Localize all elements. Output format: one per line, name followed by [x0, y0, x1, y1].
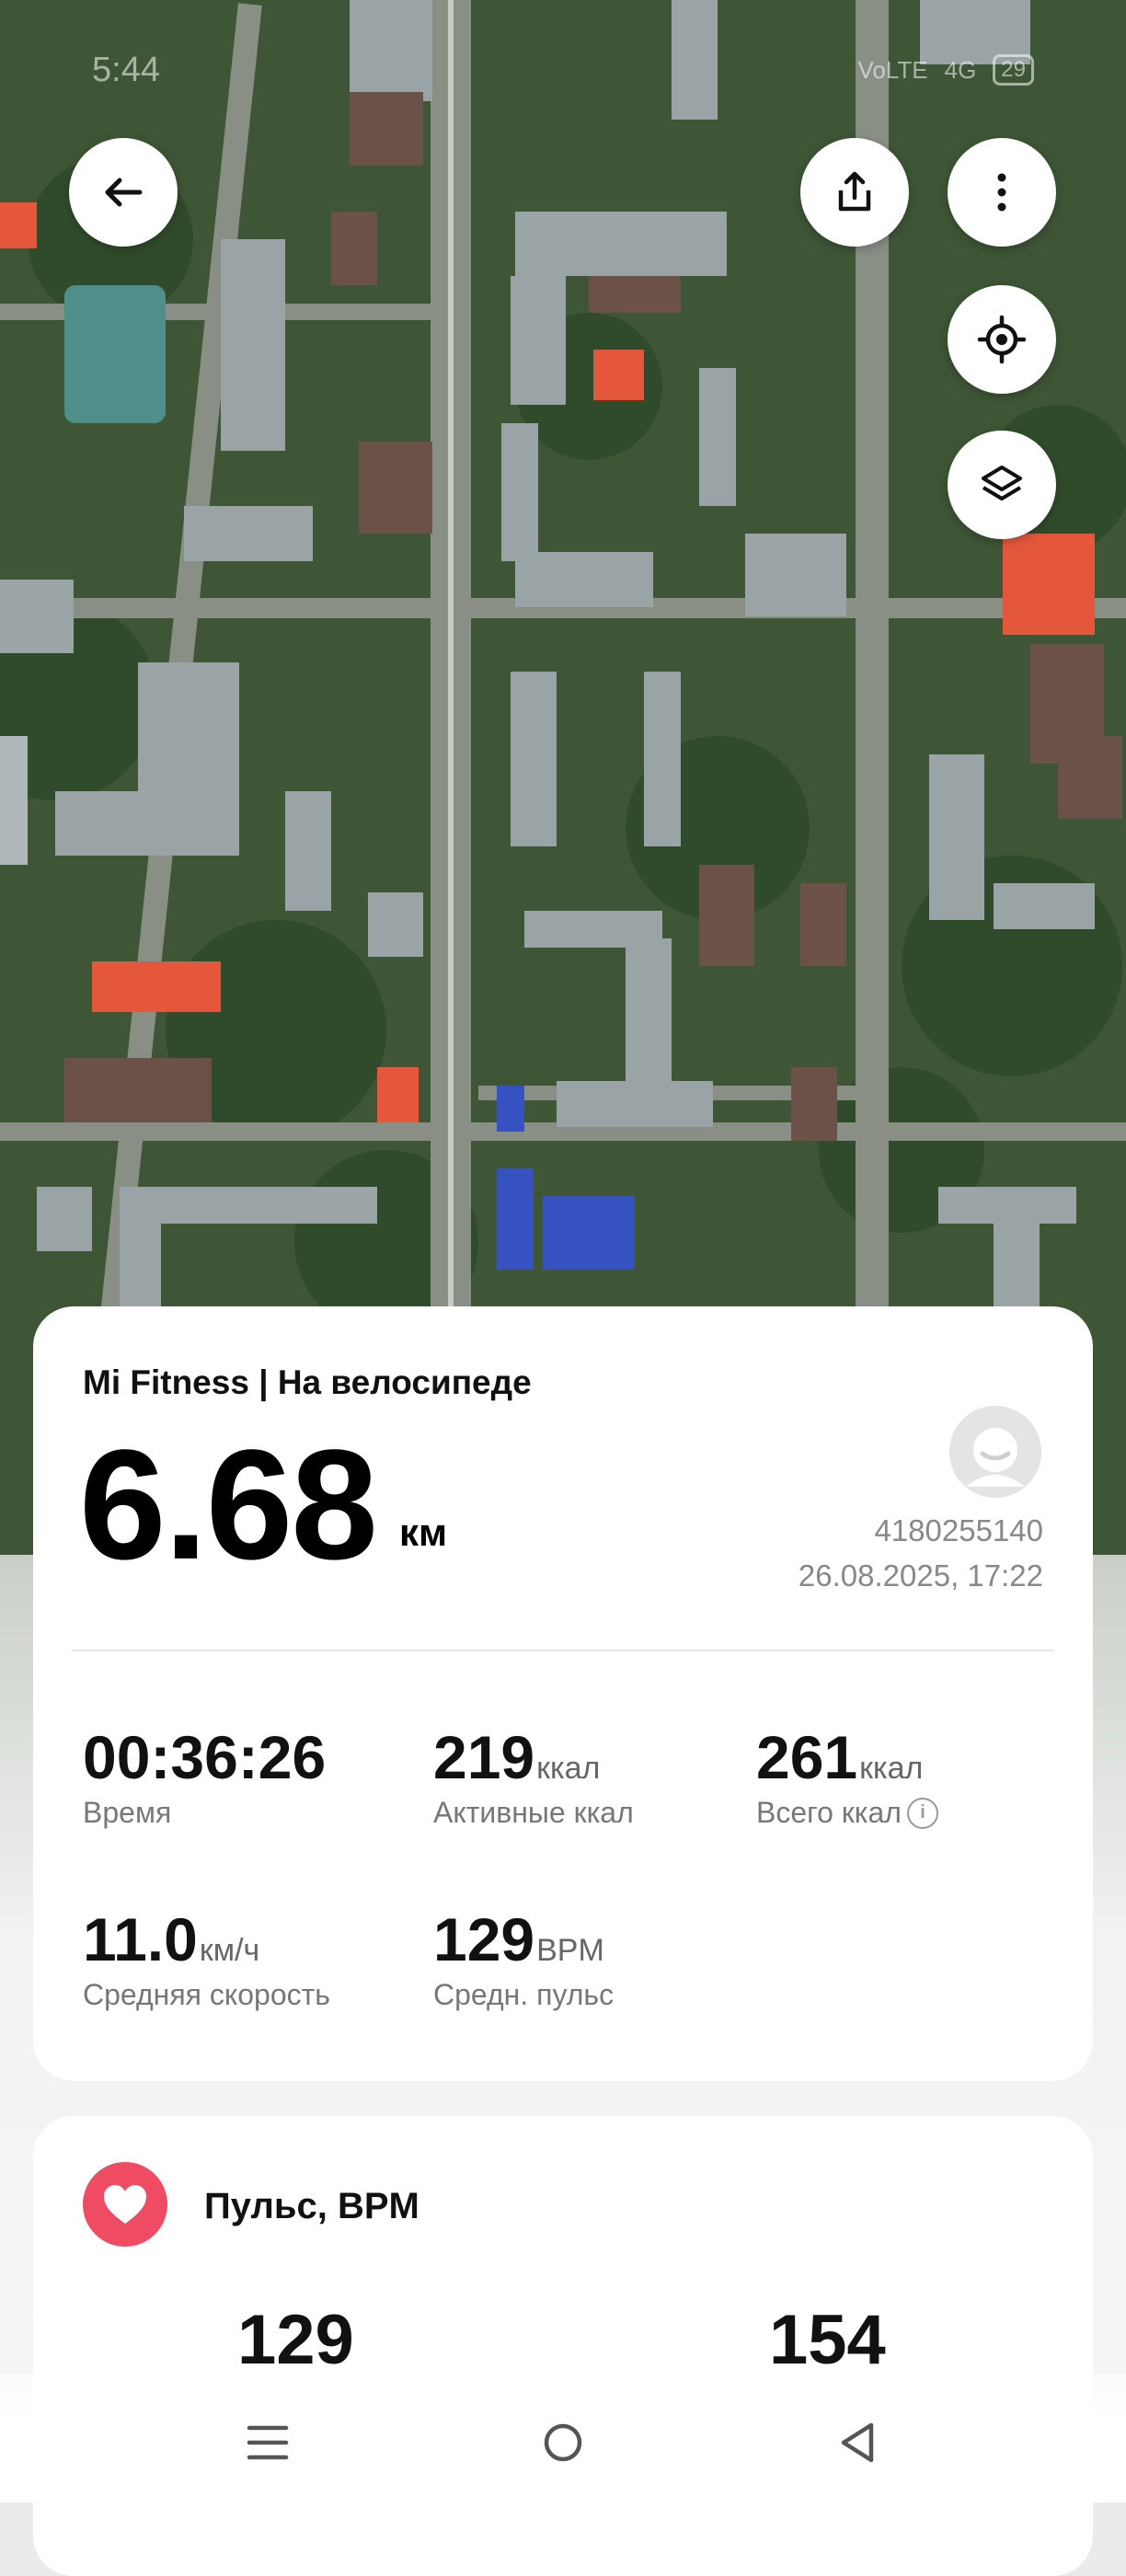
user-avatar-icon — [949, 1406, 1041, 1498]
status-time: 5:44 — [92, 51, 160, 89]
menu-icon — [247, 2425, 289, 2460]
status-bar: 5:44 VoLTE 4G 29 — [0, 51, 1126, 97]
recents-button[interactable] — [236, 2410, 300, 2475]
heart-rate-title: Пульс, BPM — [204, 2186, 419, 2226]
stat-duration: 00:36:26 Время — [83, 1722, 326, 1830]
stat-avg-heart-rate: 129BPM Средн. пульс — [433, 1904, 614, 2012]
locate-button[interactable] — [948, 285, 1056, 394]
distance-value: 6.68 — [79, 1418, 378, 1593]
locate-icon — [977, 315, 1027, 364]
layers-button[interactable] — [948, 431, 1056, 539]
heart-icon — [104, 2185, 146, 2224]
stat-value: 261 — [756, 1723, 858, 1791]
network-label: VoLTE — [857, 55, 928, 84]
stat-value: 11.0 — [83, 1905, 198, 1973]
share-button[interactable] — [800, 138, 909, 247]
workout-datetime: 26.08.2025, 17:22 — [798, 1558, 1043, 1593]
stat-unit: ккал — [536, 1751, 601, 1786]
stat-label: Активные ккал — [433, 1796, 634, 1829]
stat-value: 129 — [433, 1905, 535, 1973]
heart-rate-card[interactable]: Пульс, BPM 129 154 — [33, 2116, 1093, 2576]
divider — [72, 1650, 1054, 1651]
info-icon[interactable]: i — [906, 1797, 938, 1829]
home-button[interactable] — [531, 2410, 595, 2475]
stat-active-kcal: 219ккал Активные ккал — [433, 1722, 634, 1830]
stat-total-kcal[interactable]: 261ккал Всего ккал i — [756, 1722, 938, 1830]
stat-value: 00:36:26 — [83, 1723, 327, 1791]
stat-value: 219 — [433, 1723, 535, 1791]
stat-label: Средн. пульс — [433, 1978, 615, 2011]
workout-source: Mi Fitness | На велосипеде — [83, 1363, 532, 1401]
battery-level: 29 — [993, 54, 1034, 86]
stat-unit: км/ч — [199, 1933, 260, 1968]
heart-rate-value: 154 — [769, 2301, 886, 2379]
share-icon — [838, 171, 871, 212]
home-circle-icon — [544, 2423, 582, 2462]
stat-label: Всего ккал — [756, 1796, 902, 1829]
stat-label: Средняя скорость — [83, 1978, 330, 2011]
signal-label: 4G — [944, 55, 977, 84]
distance-unit: км — [399, 1511, 448, 1554]
back-nav-button[interactable] — [824, 2410, 889, 2475]
workout-summary-card: Mi Fitness | На велосипеде 6.68 км 41802… — [33, 1306, 1093, 2081]
layers-icon — [982, 466, 1022, 500]
heart-badge — [83, 2162, 167, 2247]
back-triangle-icon — [841, 2422, 874, 2463]
avatar[interactable] — [949, 1406, 1041, 1498]
stat-label: Время — [83, 1796, 172, 1829]
arrow-left-icon — [105, 178, 143, 207]
stat-avg-speed: 11.0км/ч Средняя скорость — [83, 1904, 330, 2012]
stat-unit: ккал — [859, 1751, 924, 1786]
more-button[interactable] — [948, 138, 1056, 247]
more-vertical-icon — [997, 173, 1006, 212]
status-icons: VoLTE 4G 29 — [857, 54, 1034, 86]
heart-rate-value: 129 — [237, 2301, 354, 2379]
user-id: 4180255140 — [874, 1513, 1043, 1547]
system-nav-bar — [0, 2374, 1126, 2502]
back-button[interactable] — [69, 138, 178, 247]
stat-unit: BPM — [536, 1933, 604, 1968]
